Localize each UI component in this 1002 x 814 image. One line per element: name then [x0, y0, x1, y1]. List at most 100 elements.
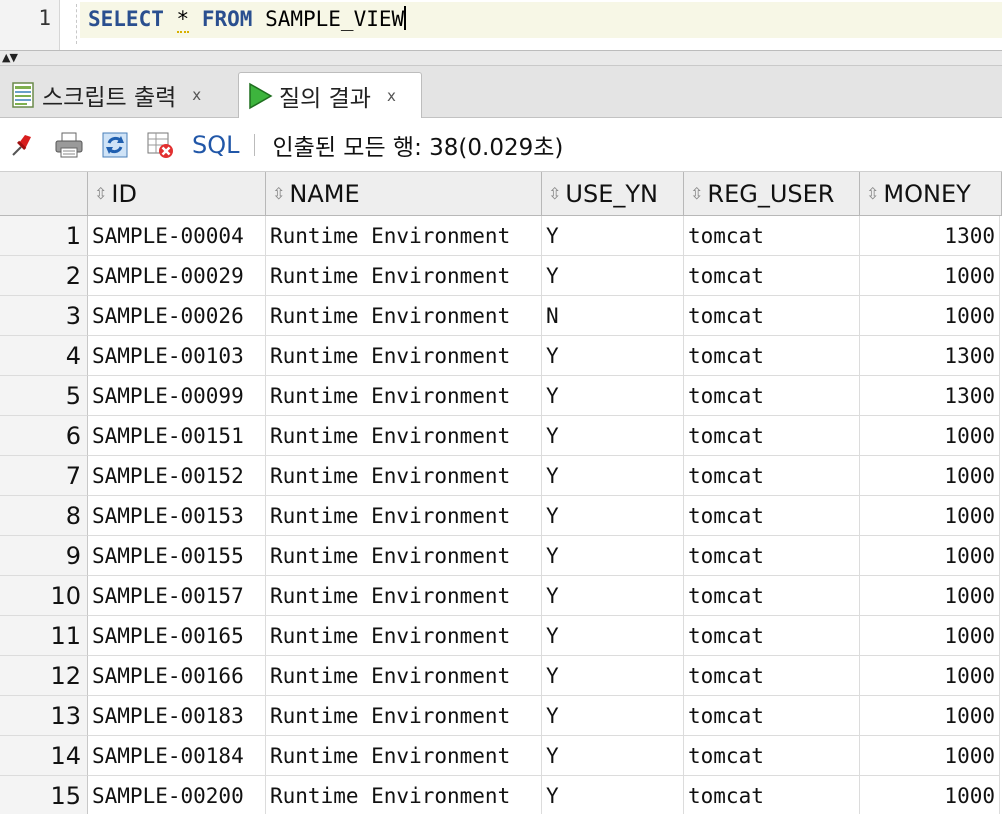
table-cell-use[interactable]: Y: [542, 416, 684, 456]
table-row[interactable]: 12 SAMPLE-00166 Runtime Environment Ytomcat…: [0, 656, 1002, 696]
table-row[interactable]: 13 SAMPLE-00183 Runtime Environment Ytomcat…: [0, 696, 1002, 736]
table-row[interactable]: 7 SAMPLE-00152 Runtime Environment Ytomcat 1…: [0, 456, 1002, 496]
table-cell-money[interactable]: 1000: [860, 736, 1000, 776]
table-cell-use[interactable]: Y: [542, 456, 684, 496]
table-cell-name[interactable]: Runtime Environment: [266, 616, 542, 656]
table-cell-name[interactable]: Runtime Environment: [266, 776, 542, 814]
table-cell-name[interactable]: Runtime Environment: [266, 456, 542, 496]
delete-grid-icon[interactable]: [146, 130, 176, 160]
table-row[interactable]: 8 SAMPLE-00153 Runtime Environment Ytomcat 1…: [0, 496, 1002, 536]
column-header-id[interactable]: ⇳ ID: [88, 172, 266, 216]
table-row[interactable]: 3 SAMPLE-00026 Runtime Environment Ntomcat 1…: [0, 296, 1002, 336]
sort-icon[interactable]: ⇳: [548, 184, 561, 203]
table-cell-id[interactable]: SAMPLE-00153: [88, 496, 266, 536]
table-row[interactable]: 11 SAMPLE-00165 Runtime Environment Ytomcat…: [0, 616, 1002, 656]
table-cell-name[interactable]: Runtime Environment: [266, 736, 542, 776]
table-cell-use[interactable]: Y: [542, 776, 684, 814]
table-cell-money[interactable]: 1000: [860, 456, 1000, 496]
table-cell-reg[interactable]: tomcat: [684, 296, 860, 336]
panel-splitter[interactable]: ▲▼: [0, 50, 1002, 66]
table-cell-name[interactable]: Runtime Environment: [266, 296, 542, 336]
table-cell-id[interactable]: SAMPLE-00166: [88, 656, 266, 696]
table-cell-use[interactable]: Y: [542, 536, 684, 576]
sort-icon[interactable]: ⇳: [94, 184, 107, 203]
table-cell-id[interactable]: SAMPLE-00184: [88, 736, 266, 776]
table-cell-use[interactable]: Y: [542, 496, 684, 536]
table-cell-name[interactable]: Runtime Environment: [266, 256, 542, 296]
close-icon[interactable]: x: [387, 87, 396, 105]
table-cell-name[interactable]: Runtime Environment: [266, 336, 542, 376]
table-cell-money[interactable]: 1000: [860, 576, 1000, 616]
table-cell-money[interactable]: 1300: [860, 336, 1000, 376]
sql-button[interactable]: SQL: [192, 131, 240, 159]
table-cell-id[interactable]: SAMPLE-00103: [88, 336, 266, 376]
print-icon[interactable]: [54, 130, 84, 160]
sql-editor[interactable]: 1 SELECT * FROM SAMPLE_VIEW: [0, 0, 1002, 50]
table-cell-use[interactable]: N: [542, 296, 684, 336]
table-cell-use[interactable]: Y: [542, 656, 684, 696]
table-cell-use[interactable]: Y: [542, 336, 684, 376]
table-cell-name[interactable]: Runtime Environment: [266, 656, 542, 696]
sort-icon[interactable]: ⇳: [690, 184, 703, 203]
table-cell-use[interactable]: Y: [542, 696, 684, 736]
table-row[interactable]: 5 SAMPLE-00099 Runtime Environment Ytomcat 1…: [0, 376, 1002, 416]
table-cell-name[interactable]: Runtime Environment: [266, 576, 542, 616]
table-cell-reg[interactable]: tomcat: [684, 576, 860, 616]
table-cell-money[interactable]: 1000: [860, 256, 1000, 296]
table-cell-id[interactable]: SAMPLE-00183: [88, 696, 266, 736]
table-cell-reg[interactable]: tomcat: [684, 496, 860, 536]
table-cell-name[interactable]: Runtime Environment: [266, 416, 542, 456]
table-cell-money[interactable]: 1000: [860, 656, 1000, 696]
table-cell-id[interactable]: SAMPLE-00026: [88, 296, 266, 336]
table-cell-use[interactable]: Y: [542, 736, 684, 776]
table-row[interactable]: 10 SAMPLE-00157 Runtime Environment Ytomcat…: [0, 576, 1002, 616]
table-cell-name[interactable]: Runtime Environment: [266, 696, 542, 736]
table-cell-id[interactable]: SAMPLE-00004: [88, 216, 266, 256]
table-cell-reg[interactable]: tomcat: [684, 536, 860, 576]
result-grid[interactable]: ⇳ ID ⇳ NAME ⇳ USE_YN ⇳ REG_USER ⇳ MONEY 1 SAMP…: [0, 172, 1002, 814]
table-cell-id[interactable]: SAMPLE-00152: [88, 456, 266, 496]
table-cell-id[interactable]: SAMPLE-00151: [88, 416, 266, 456]
table-cell-reg[interactable]: tomcat: [684, 776, 860, 814]
tab-query-result[interactable]: 질의 결과 x: [238, 72, 422, 119]
table-cell-reg[interactable]: tomcat: [684, 696, 860, 736]
table-cell-name[interactable]: Runtime Environment: [266, 376, 542, 416]
table-cell-id[interactable]: SAMPLE-00029: [88, 256, 266, 296]
table-cell-name[interactable]: Runtime Environment: [266, 536, 542, 576]
table-cell-id[interactable]: SAMPLE-00200: [88, 776, 266, 814]
table-row[interactable]: 6 SAMPLE-00151 Runtime Environment Ytomcat 1…: [0, 416, 1002, 456]
table-cell-reg[interactable]: tomcat: [684, 256, 860, 296]
sort-icon[interactable]: ⇳: [866, 184, 879, 203]
column-header-name[interactable]: ⇳ NAME: [266, 172, 542, 216]
table-cell-money[interactable]: 1300: [860, 376, 1000, 416]
table-cell-id[interactable]: SAMPLE-00099: [88, 376, 266, 416]
table-cell-money[interactable]: 1000: [860, 616, 1000, 656]
table-cell-id[interactable]: SAMPLE-00155: [88, 536, 266, 576]
table-row[interactable]: 15 SAMPLE-00200 Runtime Environment Ytomcat…: [0, 776, 1002, 814]
column-header-reg-user[interactable]: ⇳ REG_USER: [684, 172, 860, 216]
table-cell-money[interactable]: 1000: [860, 696, 1000, 736]
table-cell-use[interactable]: Y: [542, 256, 684, 296]
table-cell-id[interactable]: SAMPLE-00157: [88, 576, 266, 616]
table-cell-use[interactable]: Y: [542, 376, 684, 416]
table-cell-reg[interactable]: tomcat: [684, 216, 860, 256]
table-cell-reg[interactable]: tomcat: [684, 336, 860, 376]
table-cell-reg[interactable]: tomcat: [684, 656, 860, 696]
table-cell-money[interactable]: 1000: [860, 296, 1000, 336]
table-cell-id[interactable]: SAMPLE-00165: [88, 616, 266, 656]
table-cell-reg[interactable]: tomcat: [684, 736, 860, 776]
table-cell-reg[interactable]: tomcat: [684, 616, 860, 656]
table-cell-money[interactable]: 1000: [860, 776, 1000, 814]
table-row[interactable]: 2 SAMPLE-00029 Runtime Environment Ytomcat 1…: [0, 256, 1002, 296]
column-header-use-yn[interactable]: ⇳ USE_YN: [542, 172, 684, 216]
table-row[interactable]: 1 SAMPLE-00004 Runtime Environment Ytomcat 1…: [0, 216, 1002, 256]
table-cell-money[interactable]: 1000: [860, 416, 1000, 456]
column-header-money[interactable]: ⇳ MONEY: [860, 172, 1002, 216]
table-cell-reg[interactable]: tomcat: [684, 456, 860, 496]
table-cell-use[interactable]: Y: [542, 616, 684, 656]
tab-script-output[interactable]: 스크립트 출력 x: [2, 72, 234, 118]
table-cell-reg[interactable]: tomcat: [684, 416, 860, 456]
table-cell-use[interactable]: Y: [542, 576, 684, 616]
table-cell-use[interactable]: Y: [542, 216, 684, 256]
table-cell-money[interactable]: 1300: [860, 216, 1000, 256]
